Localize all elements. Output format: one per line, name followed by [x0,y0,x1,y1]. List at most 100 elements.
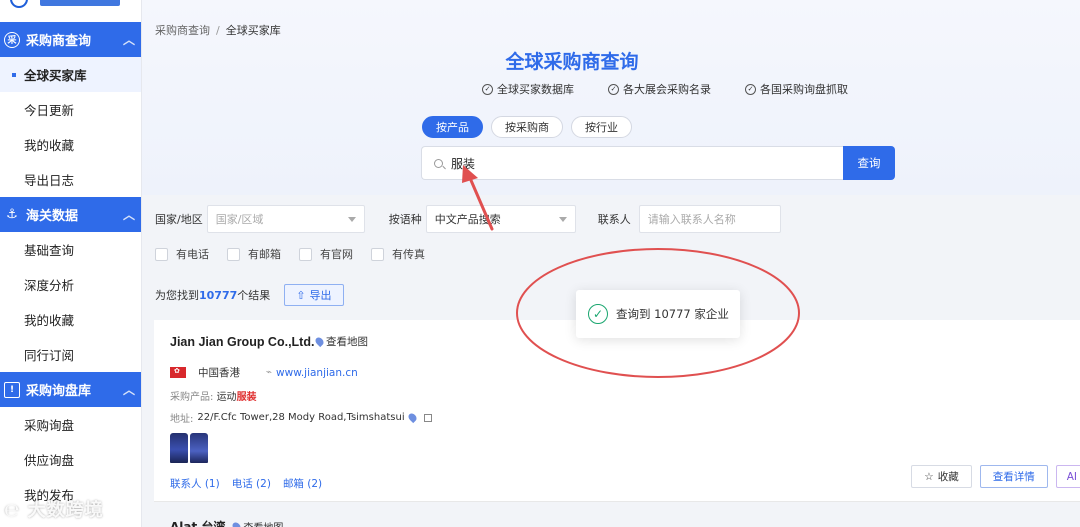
product-value: 运动 [216,392,237,403]
map-link-label: 查看地图 [326,336,368,348]
feature-item: ✓ 全球买家数据库 [482,81,574,97]
copy-icon[interactable] [423,413,432,422]
checkbox-label: 有电话 [176,248,209,261]
map-pin-icon [313,335,326,348]
ai-button[interactable]: AI [1055,465,1080,488]
feature-label: 各大展会采购名录 [623,83,711,96]
filter-row: 国家/地区 国家/区域 按语种 中文产品搜索 联系人 请输入联系人名称 [155,205,781,233]
hong-kong-flag-icon [170,367,186,378]
next-company-name[interactable]: Alat 台湾 [170,518,225,527]
map-pin-icon[interactable] [406,411,418,424]
company-website[interactable]: ⌁ www.jianjian.cn [266,367,358,379]
search-button[interactable]: 查询 [843,146,895,180]
favorite-label: 收藏 [937,471,959,483]
search-company-icon: 采 [4,31,20,48]
view-details-button[interactable]: 查看详情 [979,465,1048,488]
address-label: 地址: [170,414,194,425]
search-box [421,146,843,180]
breadcrumb: 采购商查询 / 全球买家库 [155,22,281,38]
country-label: 国家/地区 [155,213,203,226]
sidebar-item-export-log[interactable]: 导出日志 [0,162,141,197]
tab-by-industry[interactable]: 按行业 [571,116,632,138]
language-value: 中文产品搜索 [434,213,501,226]
success-check-icon: ✓ [588,304,608,324]
country-select[interactable]: 国家/区域 [206,205,365,233]
search-icon [434,158,443,168]
sidebar-item-global-buyers[interactable]: 全球买家库 [0,57,141,92]
logo-wordmark [40,0,120,6]
breadcrumb-parent[interactable]: 采购商查询 [155,24,210,37]
page-title: 全球采购商查询 [505,51,639,73]
result-prefix: 为您找到 [155,289,199,302]
tab-by-product[interactable]: 按产品 [422,116,483,138]
check-circle-icon: ✓ [608,83,619,95]
link-icon: ⌁ [266,367,273,378]
checkbox-label: 有传真 [392,248,425,261]
feature-item: ✓ 各国采购询盘抓取 [745,81,848,97]
product-image-part [190,433,208,463]
export-button[interactable]: ⇧ 导出 [284,284,344,306]
sidebar-section-label: 采购商查询 [26,34,92,49]
checkbox-label: 有官网 [320,248,353,261]
contacts-link[interactable]: 联系人 (1) [170,476,220,491]
result-summary: 为您找到 10777 个结果 ⇧ 导出 [155,284,344,306]
sidebar-section-inquiry-library[interactable]: ! 采购询盘库 ︿ [0,372,141,407]
phone-link[interactable]: 电话 (2) [232,476,271,491]
sidebar-item-today-updates[interactable]: 今日更新 [0,92,141,127]
breadcrumb-current: 全球买家库 [225,24,281,37]
view-map-link[interactable]: 查看地图 [231,519,283,527]
product-highlight: 服装 [236,392,257,403]
sidebar: 采 采购商查询 ︿ 全球买家库 今日更新 我的收藏 导出日志 ⚓ 海关数据 ︿ … [0,0,142,527]
favorite-button[interactable]: ☆ 收藏 [911,465,972,488]
company-address: 地址: 22/F.Cfc Tower,28 Mody Road,Tsimshat… [170,410,432,425]
tab-by-buyer[interactable]: 按采购商 [491,116,563,138]
sidebar-section-label: 采购询盘库 [26,384,92,399]
card-actions: ☆ 收藏 查看详情 AI [911,465,1080,488]
product-label: 采购产品: [170,392,214,403]
sidebar-item-deep-analysis[interactable]: 深度分析 [0,267,141,302]
sidebar-item-customs-favorites[interactable]: 我的收藏 [0,302,141,337]
result-suffix: 个结果 [237,289,271,302]
email-link[interactable]: 邮箱 (2) [283,476,322,491]
contact-label: 联系人 [597,213,631,226]
check-circle-icon: ✓ [482,83,493,95]
checkbox-has-email[interactable]: 有邮箱 [227,246,281,262]
result-toast: ✓ 查询到 10777 家企业 [576,290,740,338]
sidebar-item-purchase-inquiry[interactable]: 采购询盘 [0,407,141,442]
view-map-link[interactable]: 查看地图 [313,334,368,349]
attribute-checkboxes: 有电话 有邮箱 有官网 有传真 [155,246,425,262]
main-content: 采购商查询 / 全球买家库 全球采购商查询 ✓ 全球买家数据库 ✓ 各大展会采购名录 ✓… [142,0,1080,527]
upload-icon: ⇧ [296,288,306,302]
sidebar-section-buyer-query[interactable]: 采 采购商查询 ︿ [0,22,141,57]
sidebar-item-supply-inquiry[interactable]: 供应询盘 [0,442,141,477]
language-select[interactable]: 中文产品搜索 [425,205,576,233]
sidebar-section-customs-data[interactable]: ⚓ 海关数据 ︿ [0,197,141,232]
feature-label: 全球买家数据库 [497,83,574,96]
inquiry-icon: ! [4,381,20,398]
checkbox-has-phone[interactable]: 有电话 [155,246,209,262]
watermark: ℮ 大数跨境 [4,496,104,522]
language-label: 按语种 [388,213,422,226]
search-mode-tabs: 按产品 按采购商 按行业 [422,116,632,138]
checkbox[interactable] [155,247,168,261]
chevron-up-icon: ︿ [122,33,135,47]
export-label: 导出 [309,289,332,302]
checkbox[interactable] [371,247,384,261]
checkbox[interactable] [227,247,240,261]
checkbox[interactable] [299,247,312,261]
checkbox-has-website[interactable]: 有官网 [299,246,353,262]
breadcrumb-separator: / [216,24,220,37]
chevron-up-icon: ︿ [122,383,135,397]
checkbox-has-fax[interactable]: 有传真 [371,246,425,262]
company-name[interactable]: Jian Jian Group Co.,Ltd. [170,335,314,349]
feature-list: ✓ 全球买家数据库 ✓ 各大展会采购名录 ✓ 各国采购询盘抓取 [482,81,848,97]
sidebar-item-peer-subscription[interactable]: 同行订阅 [0,337,141,372]
feature-label: 各国采购询盘抓取 [760,83,848,96]
sidebar-item-basic-query[interactable]: 基础查询 [0,232,141,267]
search-input[interactable] [451,156,811,170]
watermark-text: 大数跨境 [27,500,104,521]
sidebar-item-my-favorites[interactable]: 我的收藏 [0,127,141,162]
contact-input[interactable]: 请输入联系人名称 [638,205,781,233]
logo [0,0,141,22]
product-image[interactable] [170,433,208,463]
